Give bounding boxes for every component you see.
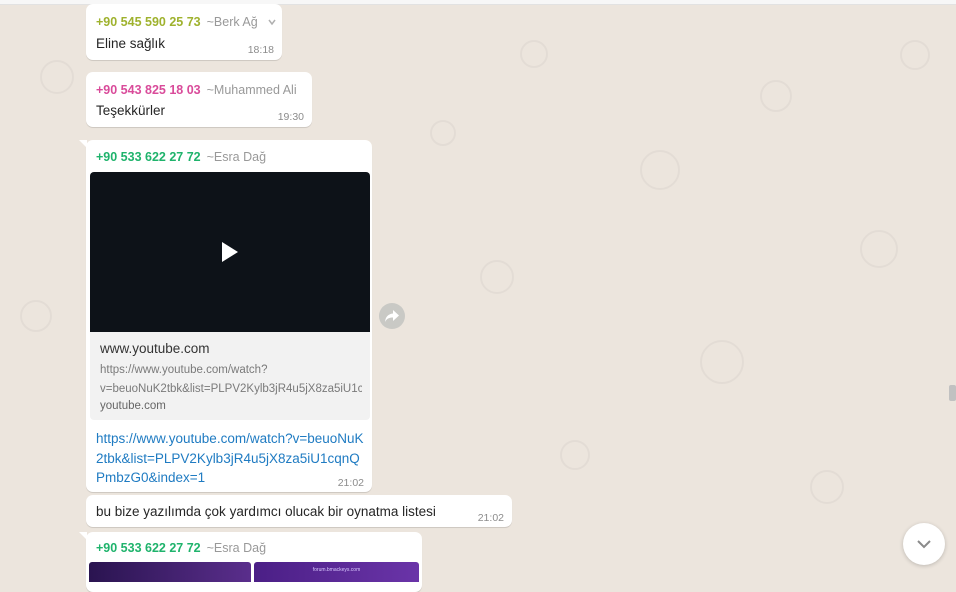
message-bubble[interactable]: +90 533 622 27 72 ~Esra Dağ forum.bmackey…	[79, 532, 422, 592]
wallpaper-doodle	[560, 440, 590, 470]
message-text: Eline sağlık	[96, 36, 166, 51]
image-thumbnail[interactable]	[89, 562, 251, 582]
wallpaper-doodle	[20, 300, 52, 332]
bubble-tail	[79, 532, 87, 540]
wallpaper-doodle	[700, 340, 744, 384]
wallpaper-doodle	[810, 470, 844, 504]
message-sender: +90 533 622 27 72 ~Esra Dağ	[96, 150, 266, 164]
message-text: Teşekkürler	[96, 103, 166, 118]
message-time: 18:18	[247, 44, 274, 56]
message-sender: +90 533 622 27 72 ~Esra Dağ	[96, 541, 266, 555]
message-time: 19:30	[277, 111, 304, 123]
sender-alias: ~Berk Ağ	[206, 15, 258, 29]
wallpaper-doodle	[860, 230, 898, 268]
wallpaper-doodle	[480, 260, 514, 294]
video-thumbnail[interactable]	[90, 172, 370, 332]
link-preview-domain: youtube.com	[100, 400, 166, 412]
sender-alias: ~Esra Dağ	[206, 541, 267, 555]
play-icon[interactable]	[220, 241, 240, 263]
message-link[interactable]: https://www.youtube.com/watch?v=beuoNuK2…	[96, 429, 364, 488]
link-preview-title: www.youtube.com	[100, 341, 210, 356]
sender-phone[interactable]: +90 543 825 18 03	[96, 83, 201, 97]
scroll-down-button[interactable]	[903, 523, 945, 565]
thumbnail-caption: forum.bmackeys.com	[312, 567, 361, 573]
message-bubble[interactable]: bu bize yazılımda çok yardımcı olucak bi…	[86, 495, 512, 527]
message-bubble-link[interactable]: +90 533 622 27 72 ~Esra Dağ www.youtube.c…	[79, 140, 372, 492]
message-bubble[interactable]: +90 543 825 18 03 ~Muhammed Ali Teşekkürl…	[86, 72, 312, 127]
link-preview-card[interactable]: www.youtube.com https://www.youtube.com/…	[90, 332, 370, 420]
message-text: bu bize yazılımda çok yardımcı olucak bi…	[96, 504, 436, 519]
message-time: 21:02	[337, 477, 364, 489]
wallpaper-doodle	[760, 80, 792, 112]
image-thumbnail[interactable]: forum.bmackeys.com	[254, 562, 419, 582]
sender-alias: ~Muhammed Ali	[206, 83, 297, 97]
message-bubble[interactable]: +90 545 590 25 73 ~Berk Ağ Eline sağlık 1…	[86, 4, 282, 60]
sender-phone[interactable]: +90 545 590 25 73	[96, 15, 201, 29]
sender-alias: ~Esra Dağ	[206, 150, 267, 164]
wallpaper-doodle	[520, 40, 548, 68]
scrollbar-thumb[interactable]	[949, 385, 956, 401]
sender-phone[interactable]: +90 533 622 27 72	[96, 150, 201, 164]
forward-button[interactable]	[379, 303, 405, 329]
wallpaper-doodle	[640, 150, 680, 190]
link-preview-description: https://www.youtube.com/watch?v=beuoNuK2…	[100, 364, 362, 395]
forward-icon	[385, 310, 399, 322]
bubble-tail	[79, 140, 87, 148]
message-time: 21:02	[477, 512, 504, 524]
message-menu-chevron-icon[interactable]	[267, 14, 277, 26]
sender-phone[interactable]: +90 533 622 27 72	[96, 541, 201, 555]
wallpaper-doodle	[40, 60, 74, 94]
wallpaper-doodle	[430, 120, 456, 146]
chevron-down-icon	[917, 540, 931, 549]
message-sender: +90 543 825 18 03 ~Muhammed Ali	[96, 83, 297, 97]
wallpaper-doodle	[900, 40, 930, 70]
message-sender: +90 545 590 25 73 ~Berk Ağ	[96, 15, 258, 29]
